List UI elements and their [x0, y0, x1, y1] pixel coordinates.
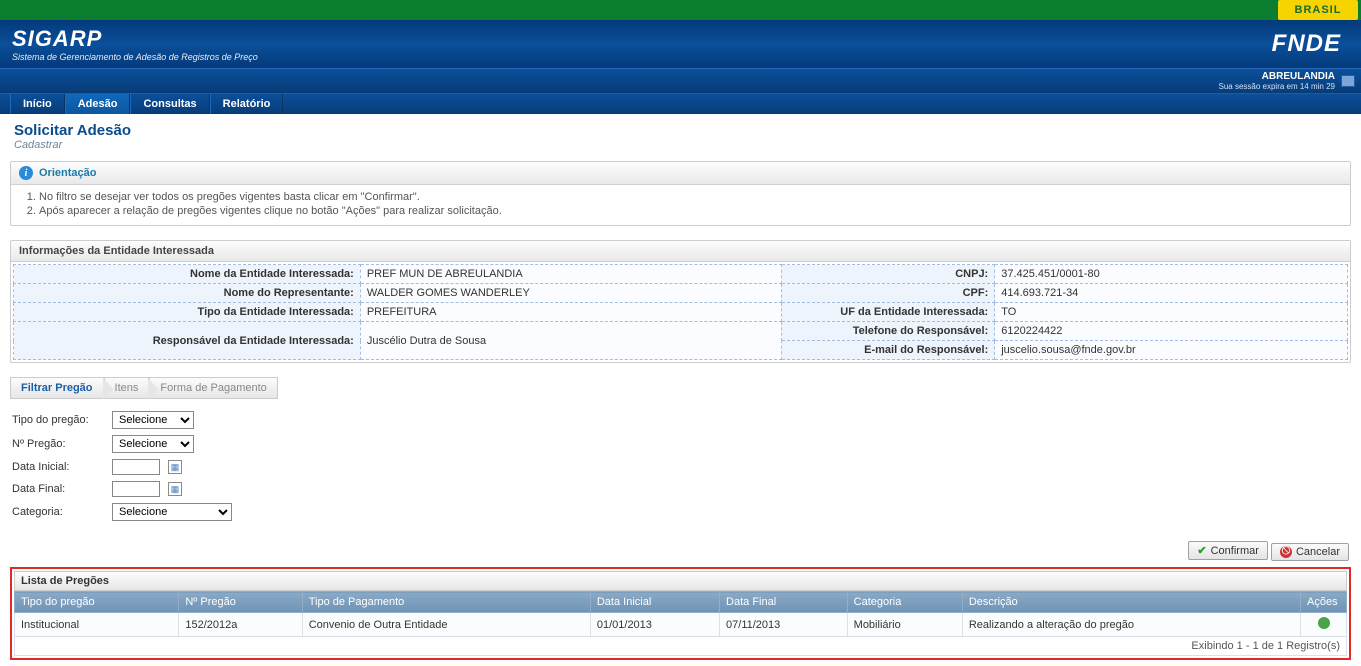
user-bar: ABREULANDIA Sua sessão expira em 14 min … [0, 68, 1361, 93]
val-cnpj: 37.425.451/0001-80 [995, 265, 1348, 284]
cell-di: 01/01/2013 [590, 613, 719, 637]
cell-df: 07/11/2013 [720, 613, 848, 637]
pregoes-table: Tipo do pregão Nº Pregão Tipo de Pagamen… [14, 591, 1347, 637]
logout-icon[interactable] [1341, 75, 1355, 87]
user-name: ABREULANDIA [1218, 71, 1335, 82]
orientation-panel: i Orientação No filtro se desejar ver to… [10, 161, 1351, 226]
brasil-badge[interactable]: BRASIL [1278, 0, 1358, 20]
val-nome-entidade: PREF MUN DE ABREULANDIA [360, 265, 781, 284]
confirmar-button[interactable]: ✔Confirmar [1188, 541, 1268, 560]
form-actions: ✔Confirmar 🛇Cancelar [10, 537, 1351, 567]
app-logo: FNDE [1272, 30, 1349, 58]
data-inicial-input[interactable] [112, 459, 160, 475]
col-data-final[interactable]: Data Final [720, 592, 848, 613]
num-pregao-label: Nº Pregão: [12, 438, 104, 450]
categoria-label: Categoria: [12, 506, 104, 518]
lbl-uf: UF da Entidade Interessada: [781, 303, 994, 322]
menu-relatorio[interactable]: Relatório [210, 94, 284, 114]
row-action-icon[interactable] [1318, 617, 1330, 629]
val-representante: WALDER GOMES WANDERLEY [360, 284, 781, 303]
page-subtitle: Cadastrar [14, 139, 1347, 151]
lbl-email: E-mail do Responsável: [781, 341, 994, 360]
col-acoes: Ações [1301, 592, 1347, 613]
page-title: Solicitar Adesão [14, 122, 1347, 139]
col-num[interactable]: Nº Pregão [179, 592, 302, 613]
menu-adesao[interactable]: Adesão [65, 94, 131, 114]
val-responsavel: Juscélio Dutra de Sousa [360, 322, 781, 360]
filter-form: Tipo do pregão: Selecione Nº Pregão: Sel… [10, 407, 1351, 537]
orientation-item-2: Após aparecer a relação de pregões vigen… [39, 205, 1340, 217]
cell-pag: Convenio de Outra Entidade [302, 613, 590, 637]
session-info: Sua sessão expira em 14 min 29 [1218, 82, 1335, 91]
lbl-telefone: Telefone do Responsável: [781, 322, 994, 341]
app-subtitle: Sistema de Gerenciamento de Adesão de Re… [12, 52, 258, 62]
lbl-cnpj: CNPJ: [781, 265, 994, 284]
lista-pregoes-highlight: Lista de Pregões Tipo do pregão Nº Pregã… [10, 567, 1351, 660]
cell-num: 152/2012a [179, 613, 302, 637]
entity-panel: Informações da Entidade Interessada Nome… [10, 240, 1351, 363]
check-icon: ✔ [1197, 544, 1206, 557]
cell-cat: Mobiliário [847, 613, 962, 637]
col-data-inicial[interactable]: Data Inicial [590, 592, 719, 613]
val-uf: TO [995, 303, 1348, 322]
cell-tipo: Institucional [15, 613, 179, 637]
step-nav: Filtrar Pregão Itens Forma de Pagamento [10, 377, 1351, 399]
step-pagamento[interactable]: Forma de Pagamento [149, 377, 277, 399]
table-row: Institucional 152/2012a Convenio de Outr… [15, 613, 1347, 637]
lista-pregoes-title: Lista de Pregões [14, 571, 1347, 591]
step-filtrar[interactable]: Filtrar Pregão [10, 377, 104, 399]
menu-consultas[interactable]: Consultas [130, 94, 209, 114]
val-tipo-entidade: PREFEITURA [360, 303, 781, 322]
main-menu: Início Adesão Consultas Relatório [0, 93, 1361, 114]
app-header: SIGARP Sistema de Gerenciamento de Adesã… [0, 20, 1361, 68]
page-title-block: Solicitar Adesão Cadastrar [0, 114, 1361, 155]
list-footer: Exibindo 1 - 1 de 1 Registro(s) [14, 637, 1347, 656]
num-pregao-select[interactable]: Selecione [112, 435, 194, 453]
val-cpf: 414.693.721-34 [995, 284, 1348, 303]
lbl-tipo-entidade: Tipo da Entidade Interessada: [14, 303, 361, 322]
cancelar-button[interactable]: 🛇Cancelar [1271, 543, 1349, 561]
info-icon: i [19, 166, 33, 180]
app-title: SIGARP [12, 26, 258, 52]
calendar-icon[interactable]: ▦ [168, 460, 182, 474]
entity-table: Nome da Entidade Interessada: PREF MUN D… [13, 264, 1348, 360]
data-final-label: Data Final: [12, 483, 104, 495]
data-final-input[interactable] [112, 481, 160, 497]
menu-inicio[interactable]: Início [10, 94, 65, 114]
cell-desc: Realizando a alteração do pregão [962, 613, 1300, 637]
calendar-icon[interactable]: ▦ [168, 482, 182, 496]
lbl-representante: Nome do Representante: [14, 284, 361, 303]
col-tipo[interactable]: Tipo do pregão [15, 592, 179, 613]
categoria-select[interactable]: Selecione [112, 503, 232, 521]
lbl-nome-entidade: Nome da Entidade Interessada: [14, 265, 361, 284]
entity-panel-title: Informações da Entidade Interessada [11, 241, 1350, 262]
tipo-pregao-label: Tipo do pregão: [12, 414, 104, 426]
orientation-title: Orientação [39, 167, 96, 179]
col-descricao[interactable]: Descrição [962, 592, 1300, 613]
data-inicial-label: Data Inicial: [12, 461, 104, 473]
lbl-responsavel: Responsável da Entidade Interessada: [14, 322, 361, 360]
gov-topbar: BRASIL [0, 0, 1361, 20]
val-telefone: 6120224422 [995, 322, 1348, 341]
col-categoria[interactable]: Categoria [847, 592, 962, 613]
col-pagamento[interactable]: Tipo de Pagamento [302, 592, 590, 613]
cancel-icon: 🛇 [1280, 546, 1292, 558]
lbl-cpf: CPF: [781, 284, 994, 303]
val-email: juscelio.sousa@fnde.gov.br [995, 341, 1348, 360]
tipo-pregao-select[interactable]: Selecione [112, 411, 194, 429]
orientation-item-1: No filtro se desejar ver todos os pregõe… [39, 191, 1340, 203]
